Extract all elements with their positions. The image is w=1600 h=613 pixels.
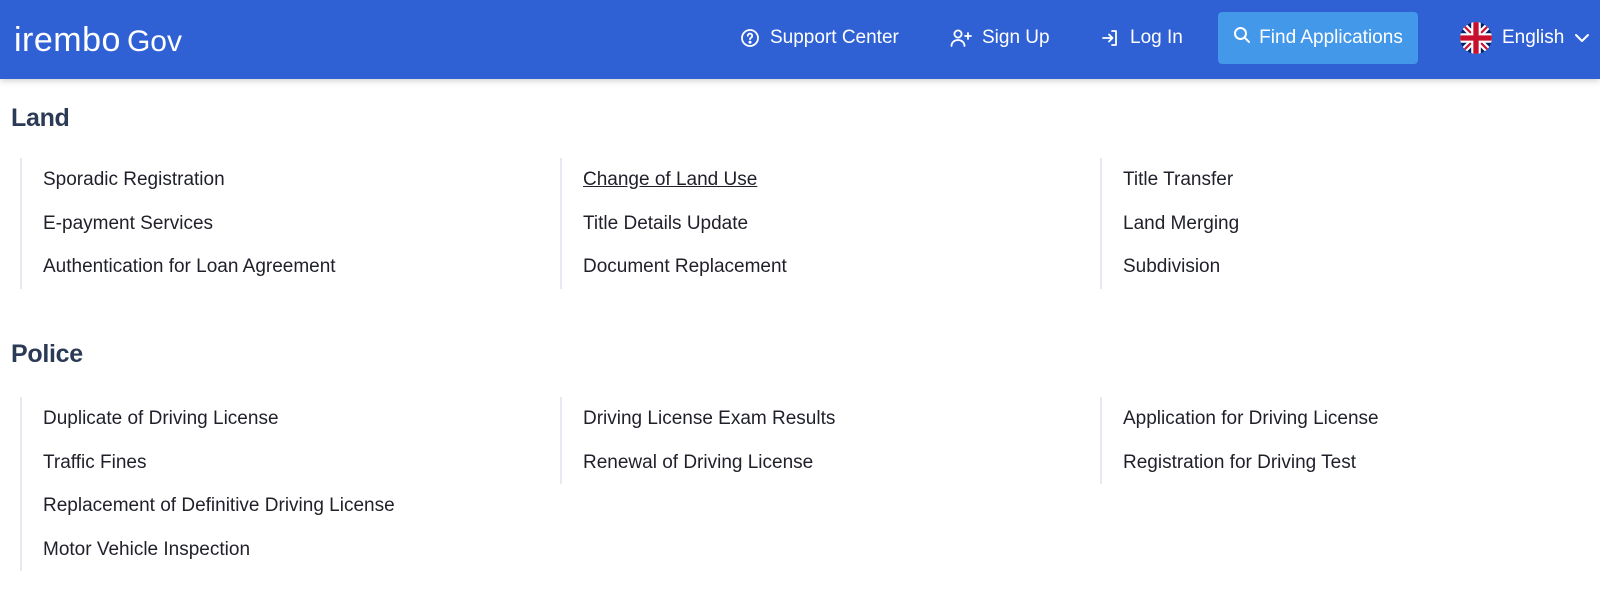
list-item[interactable]: Subdivision xyxy=(1102,245,1580,289)
service-link[interactable]: Registration for Driving Test xyxy=(1123,452,1356,473)
list-item[interactable]: Document Replacement xyxy=(562,245,1060,289)
list-item[interactable]: Duplicate of Driving License xyxy=(22,397,520,441)
uk-flag-icon xyxy=(1460,21,1492,54)
list-item[interactable]: Driving License Exam Results xyxy=(562,397,1060,441)
list-item[interactable]: Sporadic Registration xyxy=(22,158,520,202)
service-link[interactable]: Motor Vehicle Inspection xyxy=(43,539,250,560)
top-navigation-bar: irembo Gov Support Center Sign Up Log In… xyxy=(0,0,1600,79)
list-item[interactable]: Registration for Driving Test xyxy=(1102,441,1580,485)
language-selector[interactable]: English xyxy=(1460,0,1590,75)
service-link[interactable]: Title Details Update xyxy=(583,213,748,234)
support-center-label: Support Center xyxy=(770,26,899,48)
service-link[interactable]: Authentication for Loan Agreement xyxy=(43,256,336,277)
section-title-land: Land xyxy=(11,104,70,132)
land-column-1: Sporadic Registration E-payment Services… xyxy=(20,158,520,289)
sign-up-link[interactable]: Sign Up xyxy=(950,0,1050,75)
list-item[interactable]: Replacement of Definitive Driving Licens… xyxy=(22,484,520,528)
language-label: English xyxy=(1502,26,1565,48)
irembo-gov-logo[interactable]: irembo Gov xyxy=(14,20,182,60)
service-link[interactable]: Land Merging xyxy=(1123,213,1239,234)
list-item[interactable]: Application for Driving License xyxy=(1102,397,1580,441)
log-in-label: Log In xyxy=(1130,26,1183,48)
list-item[interactable]: Authentication for Loan Agreement xyxy=(22,245,520,289)
land-column-2: Change of Land Use Title Details Update … xyxy=(560,158,1060,289)
logo-gov-text: Gov xyxy=(126,25,182,58)
service-link[interactable]: Renewal of Driving License xyxy=(583,452,813,473)
service-link[interactable]: Subdivision xyxy=(1123,256,1220,277)
section-title-police: Police xyxy=(11,340,83,368)
support-center-link[interactable]: Support Center xyxy=(740,0,899,75)
service-link[interactable]: Change of Land Use xyxy=(583,169,757,190)
chevron-down-icon xyxy=(1574,27,1590,49)
service-link[interactable]: Driving License Exam Results xyxy=(583,408,835,429)
list-item[interactable]: Title Details Update xyxy=(562,202,1060,246)
list-item[interactable]: Renewal of Driving License xyxy=(562,441,1060,485)
police-column-2: Driving License Exam Results Renewal of … xyxy=(560,397,1060,484)
land-column-3: Title Transfer Land Merging Subdivision xyxy=(1100,158,1580,289)
user-plus-icon xyxy=(950,28,972,48)
list-item[interactable]: Land Merging xyxy=(1102,202,1580,246)
log-in-link[interactable]: Log In xyxy=(1100,0,1183,75)
service-link[interactable]: Title Transfer xyxy=(1123,169,1233,190)
list-item[interactable]: Motor Vehicle Inspection xyxy=(22,528,520,572)
find-applications-label: Find Applications xyxy=(1259,27,1403,48)
service-link[interactable]: Traffic Fines xyxy=(43,452,146,473)
question-circle-icon xyxy=(740,28,760,48)
service-link[interactable]: E-payment Services xyxy=(43,213,213,234)
list-item[interactable]: Title Transfer xyxy=(1102,158,1580,202)
service-link[interactable]: Duplicate of Driving License xyxy=(43,408,279,429)
list-item[interactable]: E-payment Services xyxy=(22,202,520,246)
service-link[interactable]: Replacement of Definitive Driving Licens… xyxy=(43,495,395,516)
police-column-1: Duplicate of Driving License Traffic Fin… xyxy=(20,397,520,571)
search-icon xyxy=(1233,26,1251,50)
logo-brand-text: irembo xyxy=(14,21,121,59)
find-applications-button[interactable]: Find Applications xyxy=(1218,12,1418,64)
service-link[interactable]: Application for Driving License xyxy=(1123,408,1379,429)
sign-up-label: Sign Up xyxy=(982,26,1050,48)
service-link[interactable]: Sporadic Registration xyxy=(43,169,225,190)
log-in-icon xyxy=(1100,28,1120,48)
list-item[interactable]: Change of Land Use xyxy=(562,158,1060,202)
police-column-3: Application for Driving License Registra… xyxy=(1100,397,1580,484)
list-item[interactable]: Traffic Fines xyxy=(22,441,520,485)
service-link[interactable]: Document Replacement xyxy=(583,256,787,277)
